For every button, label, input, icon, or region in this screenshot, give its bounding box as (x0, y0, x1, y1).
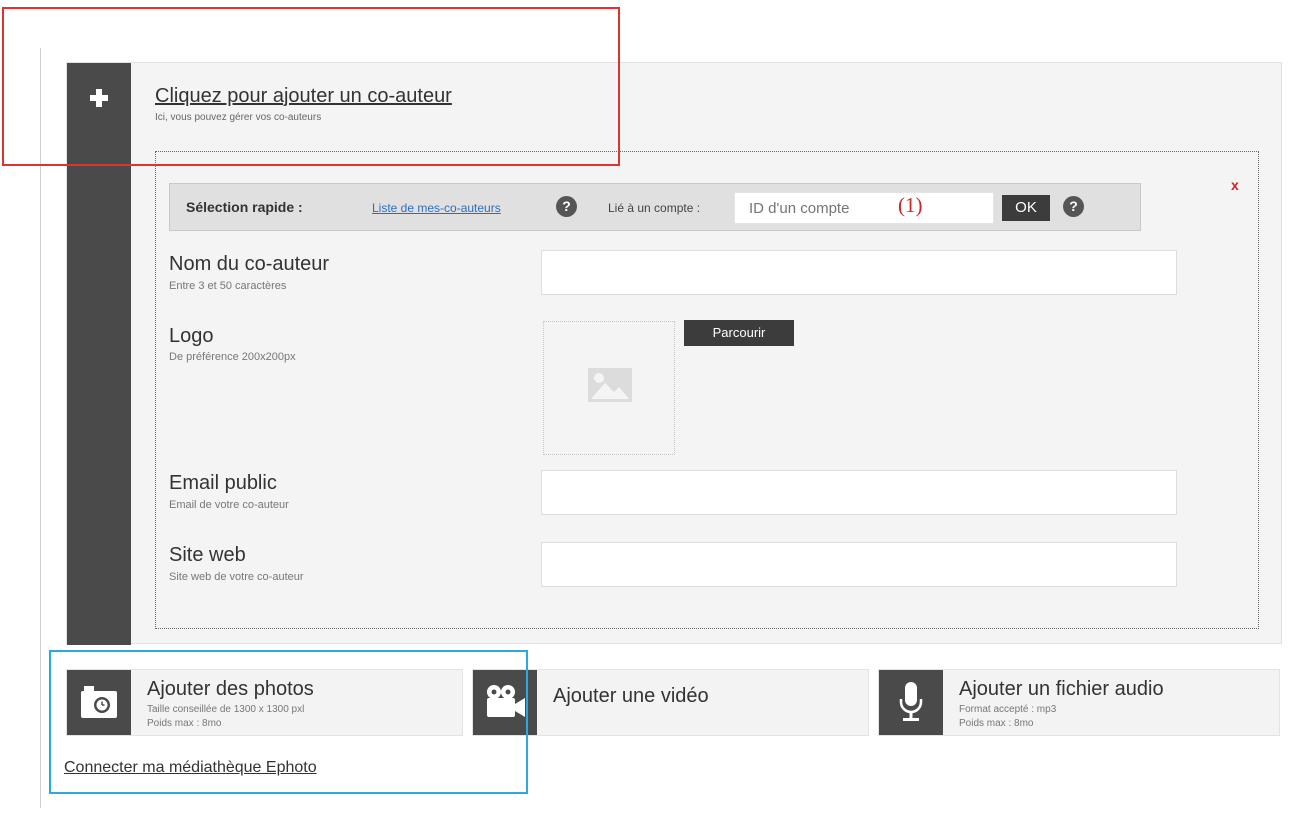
audio-weight-hint: Poids max : 8mo (959, 718, 1034, 729)
close-form-button[interactable]: x (1231, 177, 1239, 193)
coauthor-panel: Cliquez pour ajouter un co-auteur Ici, v… (66, 62, 1282, 645)
add-audio-tile[interactable]: Ajouter un fichier audio Format accepté … (878, 669, 1280, 736)
connect-ephoto-link[interactable]: Connecter ma médiathèque Ephoto (64, 759, 317, 777)
add-photos-tile[interactable]: Ajouter des photos Taille conseillée de … (66, 669, 463, 736)
website-hint: Site web de votre co-auteur (169, 571, 304, 583)
add-photos-title: Ajouter des photos (147, 678, 314, 700)
help-icon[interactable]: ? (1063, 196, 1084, 217)
website-label: Site web (169, 544, 246, 566)
quick-select-bar: Sélection rapide : Liste de mes-co-auteu… (169, 183, 1141, 231)
name-input[interactable] (541, 250, 1177, 295)
add-coauthor-bar[interactable] (67, 63, 131, 645)
annotation-marker: (1) (898, 193, 923, 217)
photos-weight-hint: Poids max : 8mo (147, 718, 222, 729)
add-audio-title: Ajouter un fichier audio (959, 678, 1164, 700)
add-coauthor-subtitle: Ici, vous pouvez gérer vos co-auteurs (155, 112, 322, 123)
browse-button[interactable]: Parcourir (684, 320, 794, 346)
name-hint: Entre 3 et 50 caractères (169, 280, 287, 292)
add-video-tile[interactable]: Ajouter une vidéo (472, 669, 869, 736)
ok-button[interactable]: OK (1002, 195, 1050, 221)
help-icon[interactable]: ? (556, 196, 577, 217)
linked-account-label: Lié à un compte : (608, 201, 701, 215)
name-label: Nom du co-auteur (169, 253, 330, 275)
logo-label: Logo (169, 325, 214, 347)
email-input[interactable] (541, 470, 1177, 515)
logo-dropzone[interactable] (543, 321, 675, 455)
video-camera-icon (487, 685, 525, 717)
quick-select-label: Sélection rapide : (186, 199, 303, 215)
add-video-title: Ajouter une vidéo (553, 685, 709, 707)
photos-size-hint: Taille conseillée de 1300 x 1300 pxl (147, 704, 305, 715)
email-hint: Email de votre co-auteur (169, 499, 289, 511)
email-label: Email public (169, 472, 277, 494)
image-placeholder-icon (588, 368, 632, 402)
account-id-input[interactable] (734, 192, 994, 224)
coauthor-list-link[interactable]: Liste de mes-co-auteurs (372, 201, 501, 215)
left-divider (40, 48, 41, 808)
website-input[interactable] (541, 542, 1177, 587)
audio-format-hint: Format accepté : mp3 (959, 704, 1057, 715)
plus-icon[interactable] (90, 89, 108, 107)
microphone-icon (899, 682, 923, 721)
logo-hint: De préférence 200x200px (169, 351, 296, 363)
camera-icon (81, 686, 117, 718)
add-coauthor-link[interactable]: Cliquez pour ajouter un co-auteur (155, 85, 452, 108)
